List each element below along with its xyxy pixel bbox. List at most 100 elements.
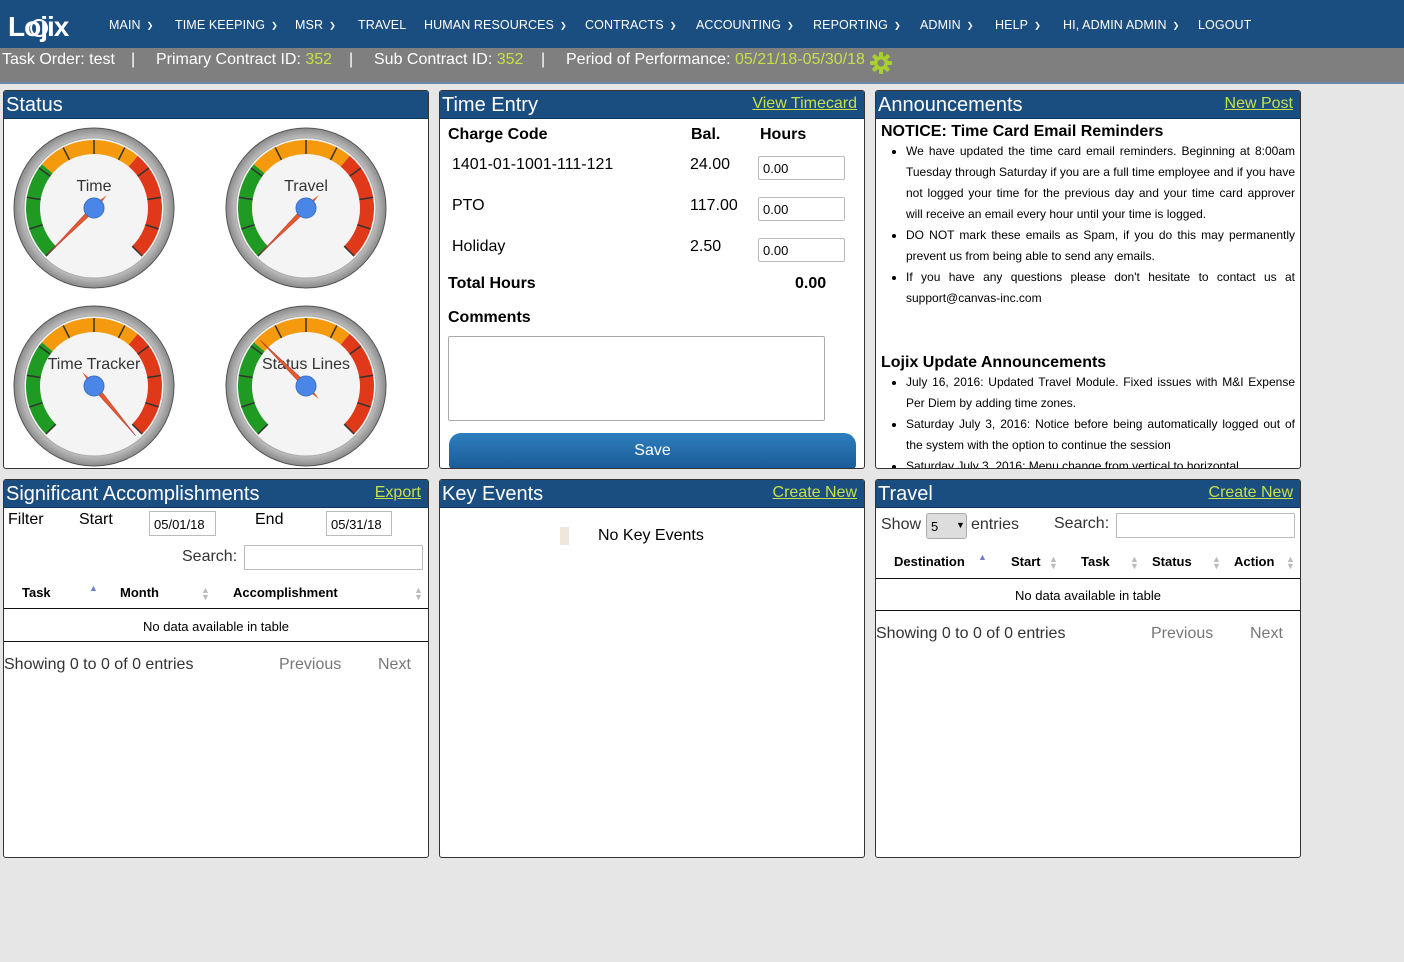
col-task[interactable]: Task xyxy=(1081,554,1110,569)
hours-input[interactable]: 0.00 xyxy=(758,238,845,262)
next-button[interactable]: Next xyxy=(378,656,411,674)
update-title: Lojix Update Announcements xyxy=(881,354,1107,371)
save-button[interactable]: Save xyxy=(449,433,856,468)
notice-list: We have updated the time card email remi… xyxy=(906,141,1295,309)
sort-asc-icon[interactable]: ▲ xyxy=(89,584,98,593)
placeholder-icon xyxy=(560,527,569,545)
col-hours: Hours xyxy=(760,126,807,143)
export-link[interactable]: Export xyxy=(375,484,421,502)
balance-cell: 2.50 xyxy=(690,238,722,255)
charge-code-cell: Holiday xyxy=(452,238,506,255)
previous-button[interactable]: Previous xyxy=(1151,625,1213,643)
divider xyxy=(876,610,1300,611)
col-start[interactable]: Start xyxy=(1011,554,1041,569)
col-status[interactable]: Status xyxy=(1152,554,1192,569)
show-label: Show xyxy=(881,516,922,533)
empty-table-message: No data available in table xyxy=(1015,588,1161,603)
comments-label: Comments xyxy=(448,309,531,326)
status-title: Status xyxy=(6,94,63,116)
contract-info-bar: Task Order: test | Primary Contract ID: … xyxy=(0,48,1404,84)
travel-header: Travel Create New xyxy=(876,480,1300,508)
col-task[interactable]: Task xyxy=(22,585,51,600)
nav-main[interactable]: MAIN ❯ xyxy=(109,18,153,32)
entries-select[interactable]: 5 ▼ xyxy=(926,513,967,539)
search-label: Search: xyxy=(1054,515,1110,532)
list-item: July 16, 2016: Updated Travel Module. Fi… xyxy=(906,372,1295,414)
sort-icon[interactable]: ▲ ▼ xyxy=(1286,555,1295,571)
task-order: Task Order: test xyxy=(2,51,115,68)
next-button[interactable]: Next xyxy=(1250,625,1283,643)
gauge-label: Time Tracker xyxy=(48,356,141,373)
divider xyxy=(4,641,428,642)
nav-help[interactable]: HELP ❯ xyxy=(995,18,1041,32)
chevron-down-icon: ❯ xyxy=(1172,21,1180,30)
nav-reporting-label: REPORTING xyxy=(813,18,888,32)
sort-icon[interactable]: ▲ ▼ xyxy=(414,586,423,602)
charge-code-cell: PTO xyxy=(452,197,485,214)
update-list: July 16, 2016: Updated Travel Module. Fi… xyxy=(906,372,1295,468)
sort-icon[interactable]: ▲ ▼ xyxy=(201,586,210,602)
nav-travel-label: TRAVEL xyxy=(358,18,407,32)
chevron-down-icon: ❯ xyxy=(271,21,278,30)
list-item: If you have any questions please don't h… xyxy=(906,267,1295,309)
hours-input[interactable]: 0.00 xyxy=(758,197,845,221)
separator: | xyxy=(131,51,136,68)
previous-button[interactable]: Previous xyxy=(279,656,341,674)
sort-icon[interactable]: ▲ ▼ xyxy=(1049,555,1058,571)
nav-reporting[interactable]: REPORTING ❯ xyxy=(813,18,901,32)
nav-accounting[interactable]: ACCOUNTING ❯ xyxy=(696,18,794,32)
lojix-logo[interactable]: Lojix xyxy=(6,10,92,44)
start-label: Start xyxy=(79,511,113,528)
gauge-label: Travel xyxy=(284,178,328,195)
hours-input[interactable]: 0.00 xyxy=(758,156,845,180)
col-action[interactable]: Action xyxy=(1234,554,1274,569)
view-timecard-link[interactable]: View Timecard xyxy=(752,95,857,113)
nav-human-resources[interactable]: HUMAN RESOURCES ❯ xyxy=(424,18,567,32)
divider xyxy=(876,578,1300,579)
nav-admin[interactable]: ADMIN ❯ xyxy=(920,18,974,32)
gauge-label: Status Lines xyxy=(262,356,350,373)
chevron-down-icon: ❯ xyxy=(1034,21,1041,30)
sort-icon[interactable]: ▲ ▼ xyxy=(1212,555,1221,571)
new-post-link[interactable]: New Post xyxy=(1225,95,1293,113)
nav-contracts[interactable]: CONTRACTS ❯ xyxy=(585,18,677,32)
search-input[interactable] xyxy=(1116,513,1295,538)
empty-table-message: No data available in table xyxy=(143,619,289,634)
nav-help-label: HELP xyxy=(995,18,1029,32)
time-entry-header: Time Entry View Timecard xyxy=(440,91,864,119)
list-item: DO NOT mark these emails as Spam, if you… xyxy=(906,225,1295,267)
nav-user-menu[interactable]: HI, ADMIN ADMIN ❯ xyxy=(1063,18,1179,32)
divider xyxy=(4,608,428,609)
filter-label: Filter xyxy=(8,511,44,528)
entries-label: entries xyxy=(971,516,1020,533)
create-key-event-link[interactable]: Create New xyxy=(773,484,857,502)
nav-accounting-label: ACCOUNTING xyxy=(696,18,782,32)
col-balance: Bal. xyxy=(691,126,721,143)
nav-time-keeping[interactable]: TIME KEEPING ❯ xyxy=(175,18,278,32)
list-item: Saturday July 3, 2016: Menu change from … xyxy=(906,456,1295,468)
create-travel-link[interactable]: Create New xyxy=(1209,484,1293,502)
sort-asc-icon[interactable]: ▲ xyxy=(978,553,987,562)
gauge: Time Tracker xyxy=(13,305,175,467)
end-date-input[interactable]: 05/31/18 xyxy=(326,511,392,536)
comments-textarea[interactable] xyxy=(448,336,825,421)
total-hours-value: 0.00 xyxy=(795,275,827,292)
no-key-events-message: No Key Events xyxy=(598,527,704,544)
nav-admin-label: ADMIN xyxy=(920,18,961,32)
gear-icon[interactable] xyxy=(870,52,892,74)
nav-msr[interactable]: MSR ❯ xyxy=(295,18,336,32)
balance-cell: 117.00 xyxy=(690,197,738,214)
col-accomplishment[interactable]: Accomplishment xyxy=(233,585,338,600)
search-input[interactable] xyxy=(244,545,423,570)
nav-contracts-label: CONTRACTS xyxy=(585,18,664,32)
charge-code-cell: 1401-01-1001-111-121 xyxy=(452,156,614,173)
key-events-title: Key Events xyxy=(442,483,544,505)
start-date-input[interactable]: 05/01/18 xyxy=(149,511,216,536)
nav-logout[interactable]: LOGOUT xyxy=(1198,18,1251,32)
nav-travel[interactable]: TRAVEL xyxy=(358,18,406,32)
accomplishments-header: Significant Accomplishments Export xyxy=(4,480,428,508)
col-month[interactable]: Month xyxy=(120,585,159,600)
separator: | xyxy=(349,51,354,68)
col-destination[interactable]: Destination xyxy=(894,554,965,569)
sort-icon[interactable]: ▲ ▼ xyxy=(1130,555,1139,571)
